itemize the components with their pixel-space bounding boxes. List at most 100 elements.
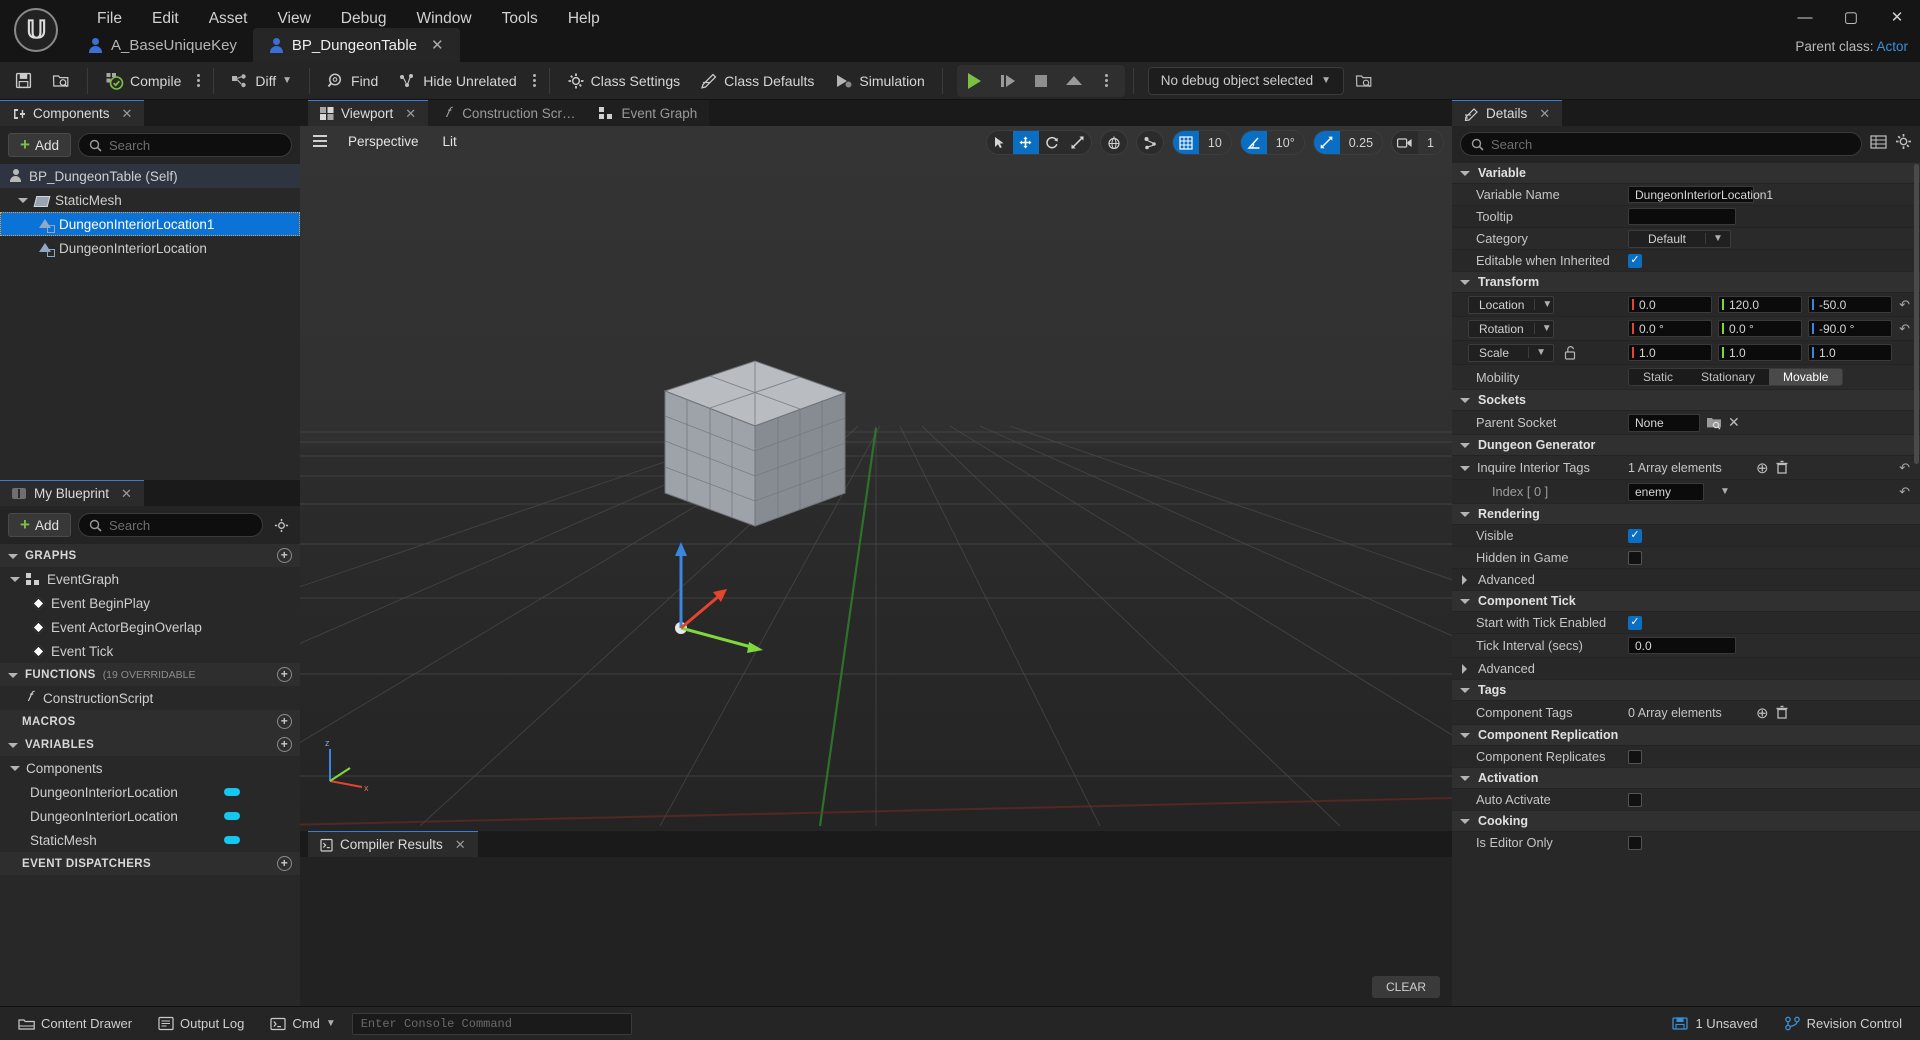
chevron-down-icon[interactable]: [1460, 277, 1470, 287]
tree-item-dungeoninteriorlocation[interactable]: DungeonInteriorLocation: [0, 236, 300, 260]
close-icon[interactable]: ✕: [1539, 106, 1550, 122]
visible-checkbox[interactable]: [1628, 528, 1642, 543]
section-functions[interactable]: FUNCTIONS (19 OVERRIDABLE +: [0, 663, 300, 686]
save-button[interactable]: [6, 66, 41, 96]
step-button[interactable]: [992, 67, 1024, 95]
revert-icon[interactable]: ↶: [1899, 297, 1910, 313]
surface-snap-button[interactable]: [1137, 131, 1163, 154]
browse-socket-icon[interactable]: [1706, 416, 1722, 430]
close-icon[interactable]: ✕: [431, 36, 444, 54]
camera-speed-button[interactable]: [1392, 131, 1418, 154]
viewport-perspective-button[interactable]: Perspective: [340, 131, 427, 152]
angle-snap-toggle[interactable]: [1240, 131, 1267, 154]
grid-snap-value[interactable]: 10: [1198, 131, 1231, 154]
camera-speed-value[interactable]: 1: [1418, 131, 1443, 154]
start-with-tick-enabled-checkbox[interactable]: [1628, 615, 1642, 630]
myblueprint-search-input[interactable]: Search: [77, 513, 263, 537]
chevron-down-icon[interactable]: [1460, 596, 1470, 606]
list-item-eventgraph[interactable]: EventGraph: [0, 567, 300, 591]
close-icon[interactable]: ✕: [455, 837, 466, 853]
chevron-down-icon[interactable]: [8, 551, 18, 561]
myblueprint-settings-button[interactable]: [270, 514, 292, 536]
chevron-down-icon[interactable]: [8, 670, 18, 680]
scale-snap-value[interactable]: 0.25: [1339, 131, 1383, 154]
scale-x-input[interactable]: 1.0: [1628, 344, 1712, 361]
chevron-down-icon[interactable]: [1460, 168, 1470, 178]
section-variables[interactable]: VARIABLES +: [0, 733, 300, 756]
add-component-button[interactable]: + Add: [8, 133, 71, 157]
viewport-viewmode-button[interactable]: Lit: [435, 131, 465, 152]
class-defaults-button[interactable]: Class Defaults: [691, 66, 823, 96]
delete-array-icon[interactable]: [1775, 460, 1789, 475]
list-item-variable[interactable]: DungeonInteriorLocation: [0, 780, 300, 804]
play-button[interactable]: [959, 67, 991, 95]
category-variable[interactable]: Variable: [1452, 162, 1920, 183]
tab-my-blueprint[interactable]: My Blueprint ✕: [0, 480, 144, 506]
menu-help[interactable]: Help: [553, 5, 615, 33]
tab-event-graph[interactable]: Event Graph: [587, 100, 710, 126]
static-mesh-cube[interactable]: [660, 341, 850, 546]
add-array-element-icon[interactable]: ⊕: [1756, 459, 1769, 477]
cmd-selector[interactable]: Cmd ▼: [260, 1011, 345, 1037]
maximize-button[interactable]: ▢: [1828, 0, 1874, 34]
list-item-constructionscript[interactable]: 𝑓 ConstructionScript: [0, 686, 300, 710]
unsaved-indicator[interactable]: 1 Unsaved: [1662, 1011, 1767, 1037]
location-dropdown[interactable]: Location ▼: [1468, 295, 1554, 314]
rotate-tool-button[interactable]: [1039, 131, 1065, 154]
category-rendering[interactable]: Rendering: [1452, 503, 1920, 524]
document-tab-bp-dungeontable[interactable]: BP_DungeonTable ✕: [252, 28, 460, 62]
section-event-dispatchers[interactable]: EVENT DISPATCHERS +: [0, 852, 300, 875]
select-tool-button[interactable]: [987, 131, 1013, 154]
tab-viewport[interactable]: Viewport ✕: [308, 100, 429, 126]
revert-icon[interactable]: ↶: [1899, 484, 1910, 500]
debug-browse-button[interactable]: [1346, 66, 1382, 96]
chevron-down-icon[interactable]: [1460, 463, 1470, 473]
list-item-event-tick[interactable]: Event Tick: [0, 639, 300, 663]
scale-tool-button[interactable]: [1065, 131, 1091, 154]
eject-button[interactable]: [1058, 67, 1090, 95]
revert-icon[interactable]: ↶: [1899, 460, 1910, 476]
rotation-x-input[interactable]: 0.0 °: [1628, 320, 1712, 337]
tree-item-dungeoninteriorlocation1[interactable]: DungeonInteriorLocation1: [0, 212, 300, 236]
tree-item-staticmesh[interactable]: StaticMesh: [0, 188, 300, 212]
world-space-button[interactable]: [1101, 131, 1127, 154]
details-search-input[interactable]: Search: [1460, 132, 1862, 156]
components-search-input[interactable]: Search: [77, 133, 292, 157]
category-dropdown[interactable]: Default ▼: [1628, 229, 1731, 248]
chevron-down-icon[interactable]: ▼: [1710, 486, 1730, 497]
scale-z-input[interactable]: 1.0: [1808, 344, 1892, 361]
add-variable-button[interactable]: +: [277, 737, 292, 752]
chevron-down-icon[interactable]: [10, 763, 20, 773]
category-sockets[interactable]: Sockets: [1452, 389, 1920, 410]
angle-snap-value[interactable]: 10°: [1266, 131, 1304, 154]
grid-snap-toggle[interactable]: [1172, 131, 1199, 154]
list-item-variable[interactable]: StaticMesh: [0, 828, 300, 852]
chevron-down-icon[interactable]: [18, 195, 28, 205]
close-icon[interactable]: ✕: [405, 106, 416, 122]
component-replicates-checkbox[interactable]: [1628, 749, 1642, 764]
add-graph-button[interactable]: +: [277, 548, 292, 563]
add-macro-button[interactable]: +: [277, 714, 292, 729]
compile-button[interactable]: Compile: [96, 66, 190, 96]
parent-class-link[interactable]: Actor: [1876, 39, 1908, 54]
parent-socket-value[interactable]: None: [1628, 413, 1700, 432]
delete-array-icon[interactable]: [1775, 705, 1789, 720]
tree-item-self[interactable]: BP_DungeonTable (Self): [0, 164, 300, 188]
mobility-option-movable[interactable]: Movable: [1769, 369, 1843, 385]
diff-button[interactable]: Diff ▼: [222, 66, 301, 96]
details-property-list[interactable]: Variable Variable Name DungeonInteriorLo…: [1452, 162, 1920, 1006]
section-macros[interactable]: MACROS +: [0, 710, 300, 733]
location-z-input[interactable]: -50.0: [1808, 296, 1892, 313]
category-dungeon-generator[interactable]: Dungeon Generator: [1452, 434, 1920, 455]
console-command-input[interactable]: Enter Console Command: [351, 1012, 632, 1035]
clear-socket-icon[interactable]: ✕: [1728, 414, 1740, 431]
add-array-element-icon[interactable]: ⊕: [1756, 704, 1769, 722]
stop-button[interactable]: [1025, 67, 1057, 95]
translate-tool-button[interactable]: [1012, 131, 1039, 154]
category-transform[interactable]: Transform: [1452, 271, 1920, 292]
rotation-dropdown[interactable]: Rotation ▼: [1468, 319, 1554, 338]
tab-construction-script[interactable]: 𝑓 Construction Scr…: [428, 100, 588, 126]
details-layout-button[interactable]: [1870, 134, 1887, 155]
chevron-down-icon[interactable]: [1460, 773, 1470, 783]
tab-details[interactable]: Details ✕: [1452, 100, 1563, 126]
